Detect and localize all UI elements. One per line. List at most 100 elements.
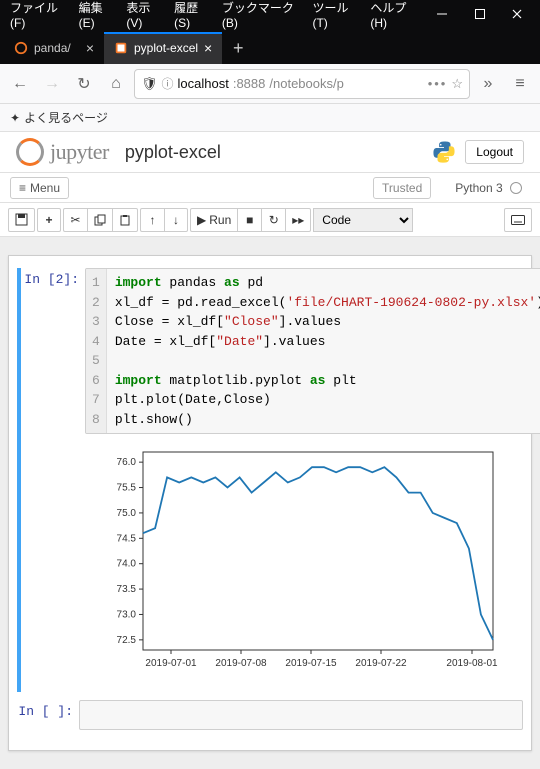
save-icon (15, 213, 28, 226)
window-close-button[interactable] (498, 0, 536, 28)
run-icon: ▶ (197, 213, 206, 227)
url-host: localhost (178, 76, 229, 91)
line-gutter: 1 2 3 4 5 6 7 8 (86, 269, 107, 433)
notebook-inner: In [2]: 1 2 3 4 5 6 7 8 import pandas as… (8, 255, 532, 751)
notebook-toolbar: + ✂ ↑ ↓ ▶Run ■ ↻ ▸▸ Code (0, 203, 540, 237)
menu-file[interactable]: ファイル(F) (4, 0, 73, 30)
restart-button[interactable]: ↻ (261, 208, 285, 232)
tab-title: panda/ (34, 41, 80, 55)
shield-icon: 🛡 (141, 76, 158, 92)
paste-icon (119, 214, 131, 226)
bookmark-bar: ✦ よく見るページ (0, 104, 540, 132)
home-button[interactable]: ⌂ (102, 70, 130, 98)
menu-help[interactable]: ヘルプ(H) (364, 0, 423, 30)
svg-text:75.5: 75.5 (117, 483, 137, 494)
menu-view[interactable]: 表示(V) (120, 0, 168, 30)
run-button[interactable]: ▶Run (190, 208, 237, 232)
restart-run-all-button[interactable]: ▸▸ (285, 208, 311, 232)
jupyter-favicon-icon (14, 41, 28, 55)
hamburger-icon: ≡ (19, 181, 26, 195)
copy-button[interactable] (87, 208, 112, 232)
svg-text:75.0: 75.0 (117, 508, 137, 519)
command-palette-button[interactable] (504, 208, 532, 232)
window-minimize-button[interactable] (423, 0, 461, 28)
cell-output: 72.5 73.0 73.5 74.0 74.5 75.0 75.5 76.0 2019-07-… (85, 434, 540, 692)
notebook-menubar: ≡ Menu Trusted Python 3 (0, 173, 540, 203)
menu-label: Menu (30, 181, 60, 195)
interrupt-button[interactable]: ■ (237, 208, 261, 232)
code-cell-2[interactable]: In [ ]: (17, 700, 523, 730)
menu-history[interactable]: 履歴(S) (168, 0, 216, 30)
window-titlebar: ファイル(F) 編集(E) 表示(V) 履歴(S) ブックマーク(B) ツール(… (0, 0, 540, 28)
svg-text:74.5: 74.5 (117, 533, 137, 544)
url-port: :8888 (233, 76, 266, 91)
insert-cell-button[interactable]: + (37, 208, 61, 232)
kernel-status-icon (510, 182, 522, 194)
browser-tab-1[interactable]: panda/ × (4, 32, 104, 64)
forward-button[interactable]: → (38, 70, 66, 98)
logout-button[interactable]: Logout (465, 140, 524, 164)
overflow-button[interactable]: » (474, 70, 502, 98)
jupyter-logo-icon (16, 138, 44, 166)
tab-title: pyplot-excel (134, 41, 198, 55)
python-icon (431, 139, 457, 165)
jupyter-header: jupyter pyplot-excel Logout (0, 132, 540, 173)
svg-text:76.0: 76.0 (117, 457, 137, 468)
svg-text:2019-07-08: 2019-07-08 (215, 658, 267, 669)
svg-text:2019-07-22: 2019-07-22 (355, 658, 407, 669)
move-down-button[interactable]: ↓ (164, 208, 188, 232)
chart-svg: 72.5 73.0 73.5 74.0 74.5 75.0 75.5 76.0 2019-07-… (85, 440, 505, 690)
tab-close-icon[interactable]: × (86, 40, 94, 56)
notebook-name[interactable]: pyplot-excel (125, 142, 221, 163)
kernel-name: Python 3 (455, 181, 502, 195)
cell-type-select[interactable]: Code (313, 208, 413, 232)
url-path: /notebooks/p (269, 76, 343, 91)
tab-close-icon[interactable]: × (204, 40, 212, 56)
menu-bookmarks[interactable]: ブックマーク(B) (216, 0, 307, 30)
copy-icon (94, 214, 106, 226)
paste-button[interactable] (112, 208, 138, 232)
top-sites-icon: ✦ (10, 111, 20, 125)
browser-navbar: ← → ↻ ⌂ 🛡 ⓘ localhost :8888/notebooks/p •… (0, 64, 540, 104)
browser-tab-2[interactable]: pyplot-excel × (104, 32, 222, 64)
back-button[interactable]: ← (6, 70, 34, 98)
menu-edit[interactable]: 編集(E) (73, 0, 121, 30)
more-icon[interactable]: ••• (428, 76, 448, 91)
svg-text:2019-07-01: 2019-07-01 (145, 658, 197, 669)
app-menu-button[interactable]: ≡ (506, 70, 534, 98)
code-cell-1[interactable]: In [2]: 1 2 3 4 5 6 7 8 import pandas as… (17, 268, 523, 692)
menu-tools[interactable]: ツール(T) (306, 0, 364, 30)
svg-text:73.5: 73.5 (117, 584, 137, 595)
menu-toggle[interactable]: ≡ Menu (10, 177, 69, 199)
reload-button[interactable]: ↻ (70, 70, 98, 98)
tab-strip: panda/ × pyplot-excel × + (0, 28, 540, 64)
window-maximize-button[interactable] (461, 0, 499, 28)
move-up-button[interactable]: ↑ (140, 208, 164, 232)
code-input[interactable]: 1 2 3 4 5 6 7 8 import pandas as pd xl_d… (85, 268, 540, 434)
run-label: Run (209, 213, 231, 227)
bookmark-star-icon[interactable]: ☆ (451, 76, 463, 92)
kernel-indicator[interactable]: Python 3 (447, 178, 530, 198)
svg-text:74.0: 74.0 (117, 559, 137, 570)
svg-text:73.0: 73.0 (117, 609, 137, 620)
code-text[interactable]: import pandas as pd xl_df = pd.read_exce… (107, 269, 540, 433)
jupyter-logo[interactable]: jupyter (16, 138, 109, 166)
svg-text:2019-07-15: 2019-07-15 (285, 658, 337, 669)
cut-button[interactable]: ✂ (63, 208, 87, 232)
jupyter-logo-text: jupyter (50, 139, 109, 165)
line-chart: 72.5 73.0 73.5 74.0 74.5 75.0 75.5 76.0 2019-07-… (85, 440, 505, 690)
new-tab-button[interactable]: + (222, 32, 254, 64)
svg-text:72.5: 72.5 (117, 635, 137, 646)
code-text[interactable] (80, 701, 104, 729)
notebook-favicon-icon (114, 41, 128, 55)
cell-prompt: In [2]: (23, 268, 85, 692)
trusted-indicator[interactable]: Trusted (373, 177, 431, 199)
bookmark-label[interactable]: よく見るページ (24, 109, 108, 126)
keyboard-icon (511, 215, 525, 225)
svg-text:2019-08-01: 2019-08-01 (446, 658, 498, 669)
info-icon[interactable]: ⓘ (162, 75, 174, 92)
cell-prompt: In [ ]: (17, 700, 79, 730)
save-button[interactable] (8, 208, 35, 232)
url-bar[interactable]: 🛡 ⓘ localhost :8888/notebooks/p ••• ☆ (134, 69, 470, 99)
code-input[interactable] (79, 700, 523, 730)
